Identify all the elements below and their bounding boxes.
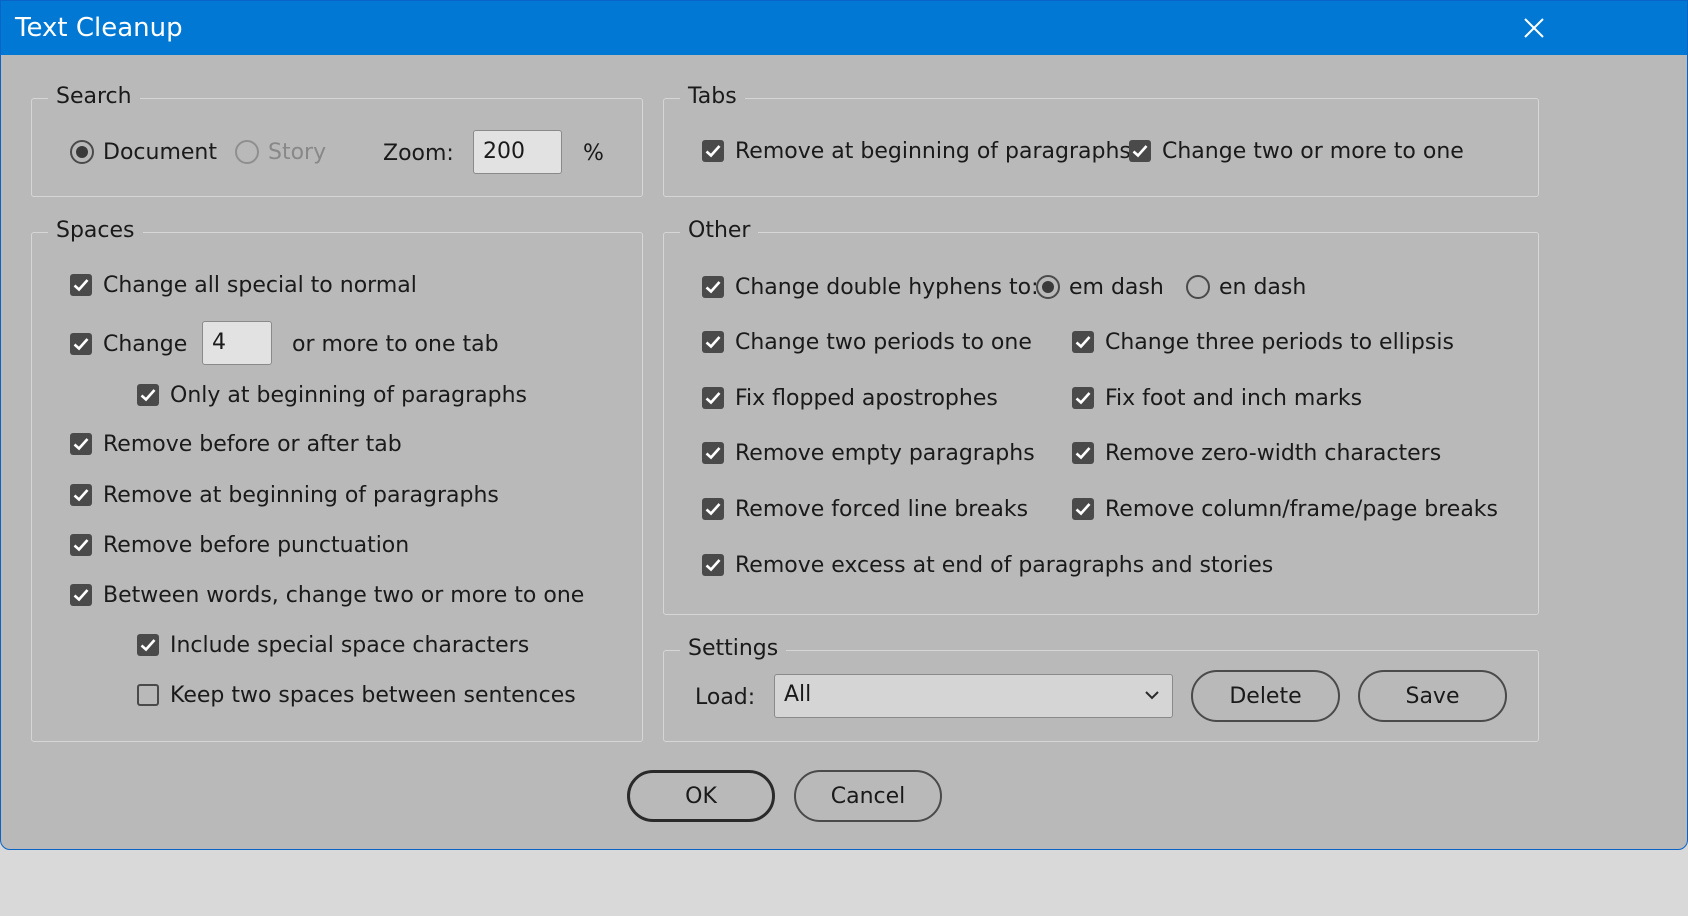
tabs-remove-beginning-label: Remove at beginning of paragraphs	[735, 139, 1131, 164]
remove-punctuation-label: Remove before punctuation	[103, 533, 410, 558]
checkmark-icon	[705, 447, 721, 460]
spaces-legend: Spaces	[48, 215, 143, 247]
zero-width-checkbox[interactable]	[1072, 442, 1094, 464]
zoom-input[interactable]: 200	[473, 130, 562, 174]
change-tab-suffix: or more to one tab	[292, 332, 499, 357]
cancel-button[interactable]: Cancel	[794, 770, 942, 822]
checkmark-icon	[73, 338, 89, 351]
close-icon	[1524, 18, 1544, 38]
zoom-label: Zoom:	[383, 141, 454, 166]
tabs-change-two-checkbox[interactable]	[1129, 140, 1151, 162]
other-legend: Other	[680, 215, 759, 247]
load-label: Load:	[695, 685, 756, 710]
checkmark-icon	[705, 281, 721, 294]
empty-paragraphs-checkbox[interactable]	[702, 442, 724, 464]
checkmark-icon	[705, 559, 721, 572]
keep-two-checkbox[interactable]	[137, 684, 159, 706]
load-select-value: All	[784, 682, 812, 707]
forced-breaks-checkbox[interactable]	[702, 498, 724, 520]
document-label: Document	[103, 140, 217, 165]
flopped-label: Fix flopped apostrophes	[735, 386, 998, 411]
keep-two-label: Keep two spaces between sentences	[170, 683, 576, 708]
tabs-change-two-label: Change two or more to one	[1162, 139, 1464, 164]
checkmark-icon	[1075, 392, 1091, 405]
checkmark-icon	[73, 279, 89, 292]
double-hyphens-label: Change double hyphens to:	[735, 275, 1039, 300]
checkmark-icon	[705, 503, 721, 516]
empty-paragraphs-label: Remove empty paragraphs	[735, 441, 1035, 466]
checkmark-icon	[140, 389, 156, 402]
change-special-label: Change all special to normal	[103, 273, 417, 298]
checkmark-icon	[1075, 503, 1091, 516]
window-title: Text Cleanup	[15, 13, 183, 43]
checkmark-icon	[705, 392, 721, 405]
change-count-input[interactable]: 4	[202, 321, 272, 365]
remove-around-tab-label: Remove before or after tab	[103, 432, 402, 457]
checkmark-icon	[73, 539, 89, 552]
forced-breaks-label: Remove forced line breaks	[735, 497, 1029, 522]
document-radio[interactable]	[70, 140, 94, 164]
column-breaks-label: Remove column/frame/page breaks	[1105, 497, 1499, 522]
checkmark-icon	[1075, 336, 1091, 349]
text-cleanup-dialog: Text Cleanup Search Document Story Zoom:…	[0, 0, 1688, 850]
tabs-legend: Tabs	[680, 81, 745, 113]
tabs-remove-beginning-checkbox[interactable]	[702, 140, 724, 162]
two-periods-label: Change two periods to one	[735, 330, 1032, 355]
chevron-down-icon	[1145, 691, 1159, 700]
spaces-remove-beginning-checkbox[interactable]	[70, 484, 92, 506]
load-select[interactable]: All	[774, 674, 1173, 718]
checkmark-icon	[140, 639, 156, 652]
checkmark-icon	[73, 489, 89, 502]
checkmark-icon	[73, 438, 89, 451]
excess-end-checkbox[interactable]	[702, 554, 724, 576]
title-bar: Text Cleanup	[1, 1, 1687, 55]
checkmark-icon	[73, 589, 89, 602]
change-tab-checkbox[interactable]	[70, 333, 92, 355]
change-special-checkbox[interactable]	[70, 274, 92, 296]
only-beginning-label: Only at beginning of paragraphs	[170, 383, 527, 408]
double-hyphens-checkbox[interactable]	[702, 276, 724, 298]
story-radio[interactable]	[235, 140, 259, 164]
foot-inch-label: Fix foot and inch marks	[1105, 386, 1363, 411]
only-beginning-checkbox[interactable]	[137, 384, 159, 406]
foot-inch-checkbox[interactable]	[1072, 387, 1094, 409]
settings-legend: Settings	[680, 633, 787, 665]
en-dash-radio[interactable]	[1186, 275, 1210, 299]
two-periods-checkbox[interactable]	[702, 331, 724, 353]
search-legend: Search	[48, 81, 140, 113]
change-tab-label: Change	[103, 332, 188, 357]
checkmark-icon	[705, 336, 721, 349]
spaces-remove-beginning-label: Remove at beginning of paragraphs	[103, 483, 499, 508]
three-periods-checkbox[interactable]	[1072, 331, 1094, 353]
checkmark-icon	[705, 145, 721, 158]
em-dash-radio[interactable]	[1036, 275, 1060, 299]
column-breaks-checkbox[interactable]	[1072, 498, 1094, 520]
include-special-label: Include special space characters	[170, 633, 530, 658]
remove-around-tab-checkbox[interactable]	[70, 433, 92, 455]
em-dash-label: em dash	[1069, 275, 1164, 300]
story-label: Story	[268, 140, 327, 165]
ok-button[interactable]: OK	[627, 770, 775, 822]
flopped-checkbox[interactable]	[702, 387, 724, 409]
between-words-label: Between words, change two or more to one	[103, 583, 585, 608]
close-button[interactable]	[1509, 7, 1559, 49]
between-words-checkbox[interactable]	[70, 584, 92, 606]
checkmark-icon	[1132, 145, 1148, 158]
zoom-unit: %	[583, 141, 604, 166]
three-periods-label: Change three periods to ellipsis	[1105, 330, 1454, 355]
remove-punctuation-checkbox[interactable]	[70, 534, 92, 556]
en-dash-label: en dash	[1219, 275, 1307, 300]
delete-button[interactable]: Delete	[1191, 670, 1340, 722]
checkmark-icon	[1075, 447, 1091, 460]
include-special-checkbox[interactable]	[137, 634, 159, 656]
excess-end-label: Remove excess at end of paragraphs and s…	[735, 553, 1274, 578]
zero-width-label: Remove zero-width characters	[1105, 441, 1442, 466]
save-button[interactable]: Save	[1358, 670, 1507, 722]
